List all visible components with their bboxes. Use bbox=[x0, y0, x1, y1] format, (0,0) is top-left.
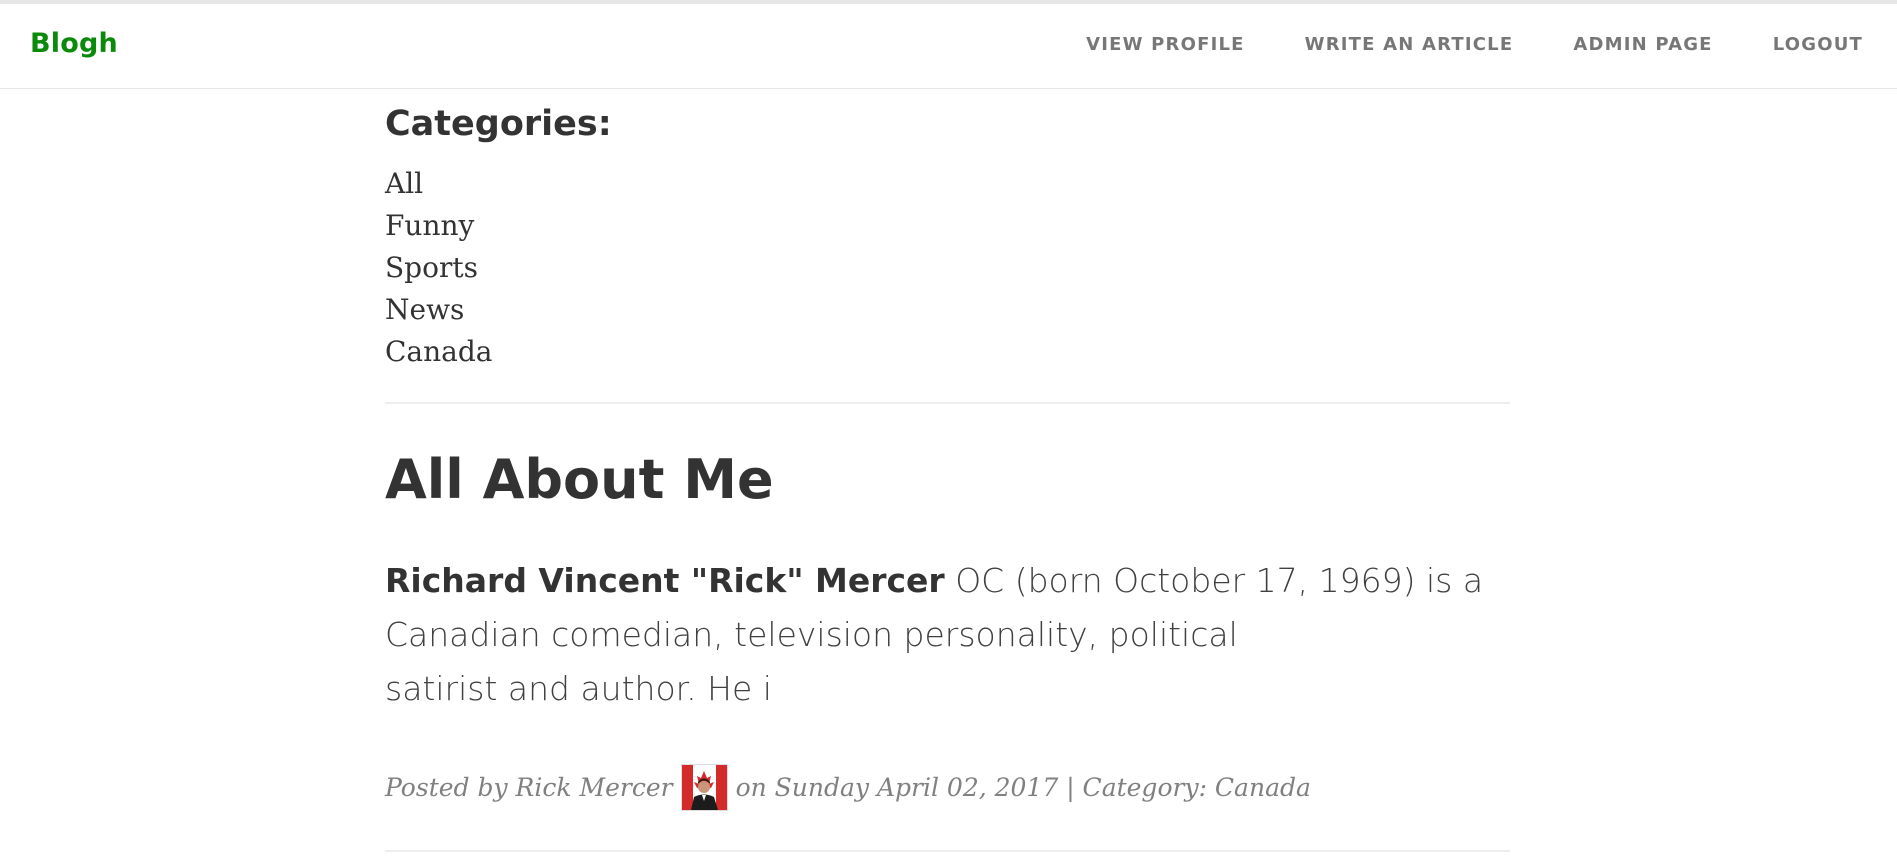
post-meta-date-category: on Sunday April 02, 2017 | Category: Can… bbox=[735, 773, 1311, 802]
excerpt-author-name: Richard Vincent "Rick" Mercer bbox=[385, 561, 945, 600]
divider-bottom bbox=[385, 850, 1510, 852]
category-all[interactable]: All bbox=[385, 163, 492, 205]
category-news[interactable]: News bbox=[385, 289, 492, 331]
post-excerpt: Richard Vincent "Rick" Mercer OC (born O… bbox=[385, 554, 1495, 716]
post-meta: Posted by Rick Mercer on Sunday April 02… bbox=[385, 764, 1311, 811]
excerpt-line-2: Canadian comedian, television personalit… bbox=[385, 615, 1238, 654]
navbar: Blogh VIEW PROFILE WRITE AN ARTICLE ADMI… bbox=[0, 4, 1897, 89]
category-sports[interactable]: Sports bbox=[385, 247, 492, 289]
excerpt-line-1-text: OC (born October 17, 1969) is a bbox=[944, 561, 1484, 600]
divider bbox=[385, 402, 1510, 404]
post-meta-author: Posted by Rick Mercer bbox=[385, 773, 673, 802]
nav-logout[interactable]: LOGOUT bbox=[1773, 34, 1863, 55]
excerpt-line-3: satirist and author. He i bbox=[385, 669, 772, 708]
nav-write-article[interactable]: WRITE AN ARTICLE bbox=[1305, 34, 1514, 55]
post-title[interactable]: All About Me bbox=[385, 448, 774, 511]
brand-logo[interactable]: Blogh bbox=[30, 28, 118, 59]
categories-heading: Categories: bbox=[385, 104, 612, 144]
categories-list: All Funny Sports News Canada bbox=[385, 163, 492, 373]
nav-admin-page[interactable]: ADMIN PAGE bbox=[1573, 34, 1712, 55]
main-nav: VIEW PROFILE WRITE AN ARTICLE ADMIN PAGE… bbox=[1086, 34, 1863, 55]
nav-view-profile[interactable]: VIEW PROFILE bbox=[1086, 34, 1245, 55]
category-funny[interactable]: Funny bbox=[385, 205, 492, 247]
author-avatar-icon bbox=[680, 764, 728, 811]
excerpt-line-1: Richard Vincent "Rick" Mercer OC (born O… bbox=[385, 554, 1495, 608]
category-canada[interactable]: Canada bbox=[385, 331, 492, 373]
